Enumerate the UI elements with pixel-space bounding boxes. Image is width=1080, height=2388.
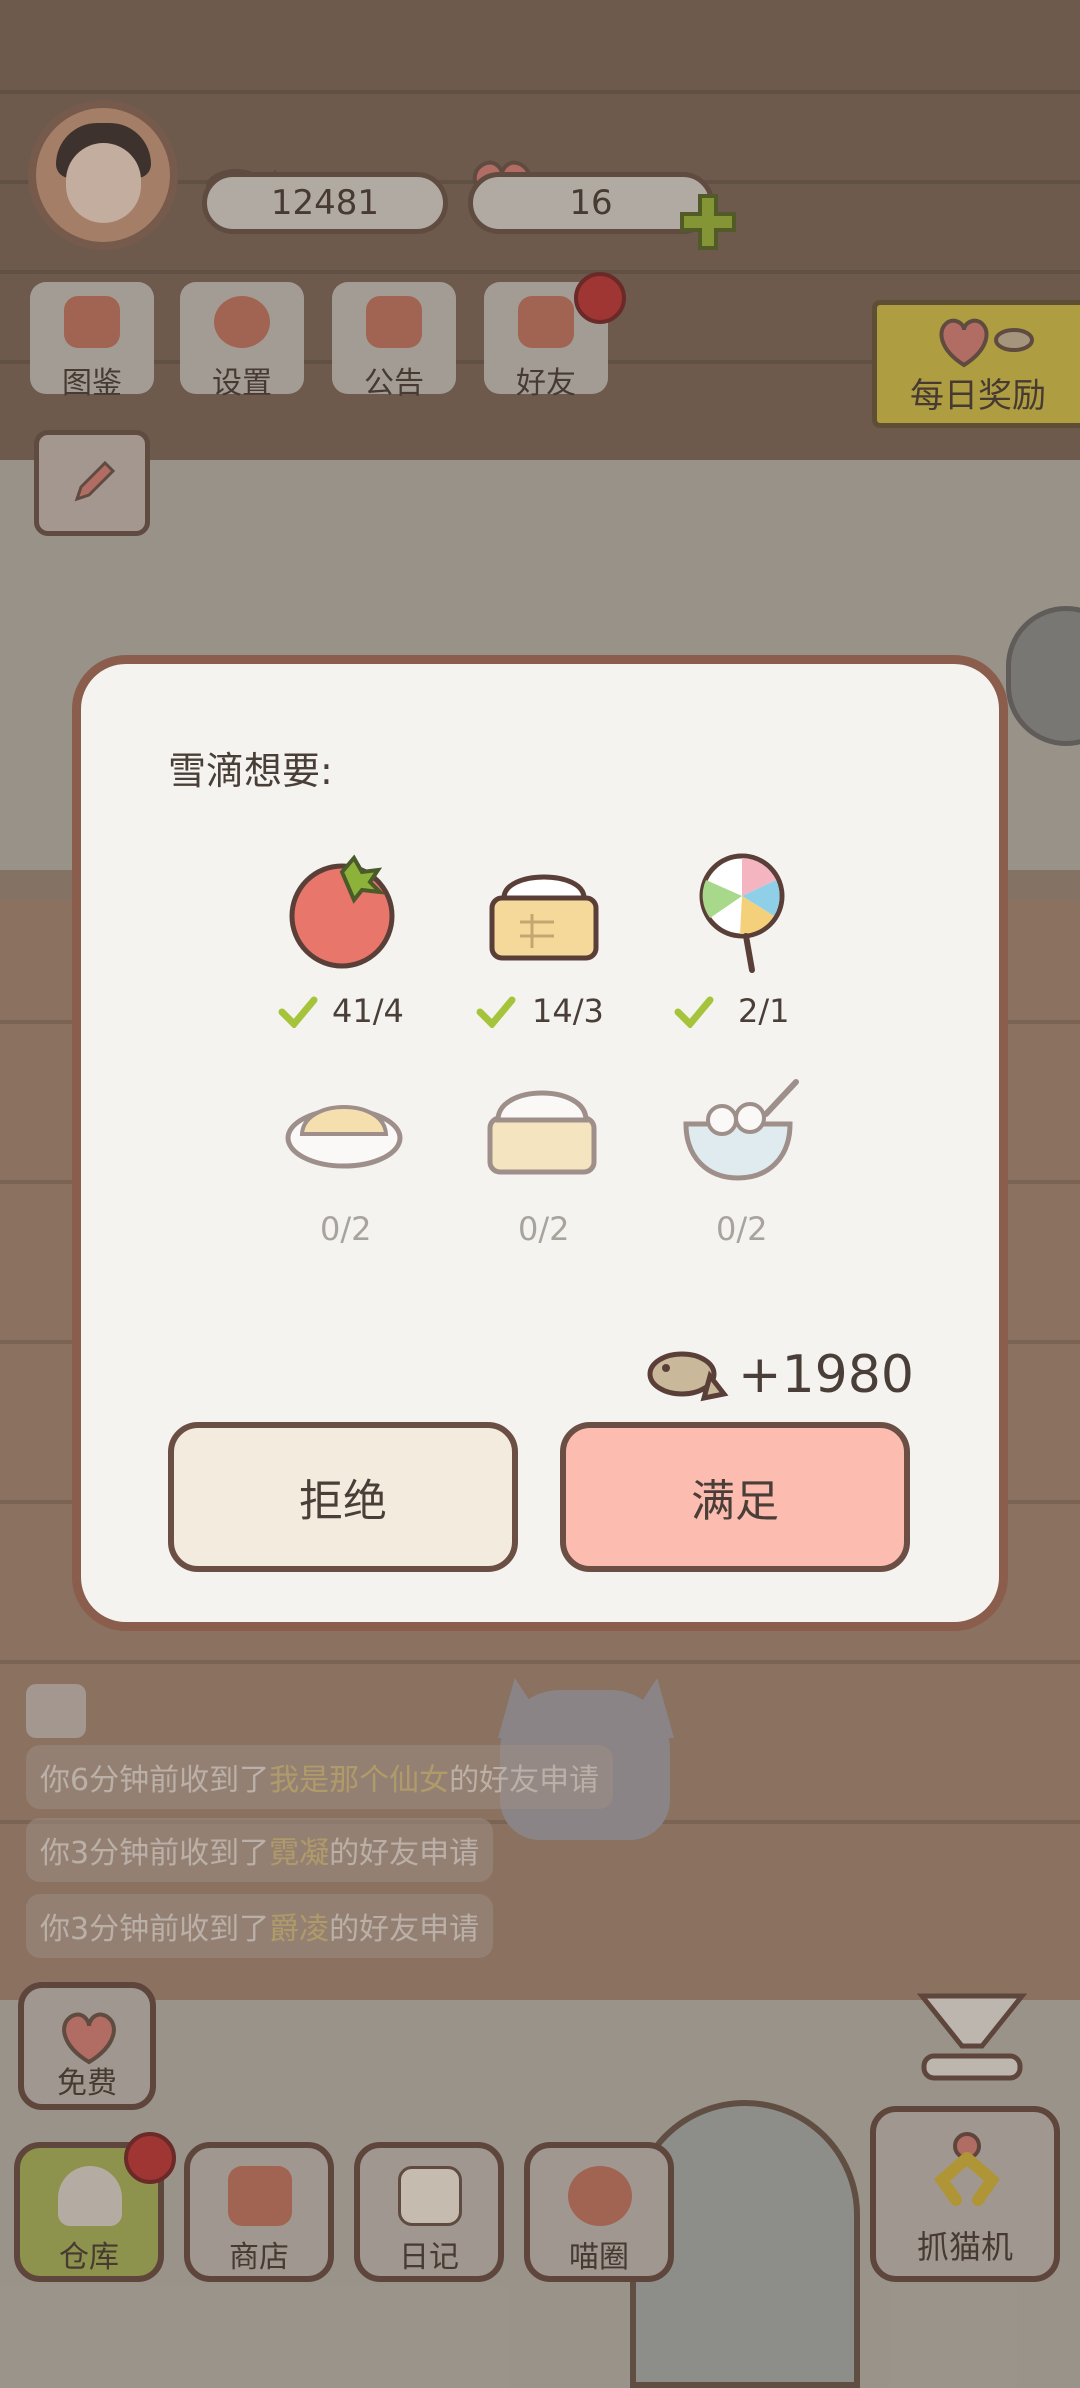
reject-button[interactable]: 拒绝 bbox=[168, 1422, 518, 1572]
check-icon bbox=[476, 996, 516, 1028]
fish-icon bbox=[647, 1351, 729, 1402]
item-progress: 2/1 bbox=[738, 992, 790, 1030]
dumpling-icon bbox=[487, 1090, 597, 1175]
lollipop-icon bbox=[699, 853, 785, 973]
check-icon bbox=[278, 996, 318, 1028]
item-progress: 0/2 bbox=[320, 1210, 372, 1248]
accept-button[interactable]: 满足 bbox=[560, 1422, 910, 1572]
tomato-icon bbox=[289, 854, 395, 969]
tangyuan-bowl-icon bbox=[683, 1079, 799, 1181]
item-progress: 0/2 bbox=[716, 1210, 768, 1248]
item-progress: 41/4 bbox=[332, 992, 404, 1030]
check-icon bbox=[674, 996, 714, 1028]
item-progress: 0/2 bbox=[518, 1210, 570, 1248]
item-progress: 14/3 bbox=[532, 992, 604, 1030]
fried-rice-icon bbox=[285, 1105, 403, 1169]
dialog-title: 雪滴想要: bbox=[168, 749, 333, 793]
reward-amount: +1980 bbox=[738, 1345, 914, 1405]
steamed-bun-icon bbox=[489, 874, 599, 961]
